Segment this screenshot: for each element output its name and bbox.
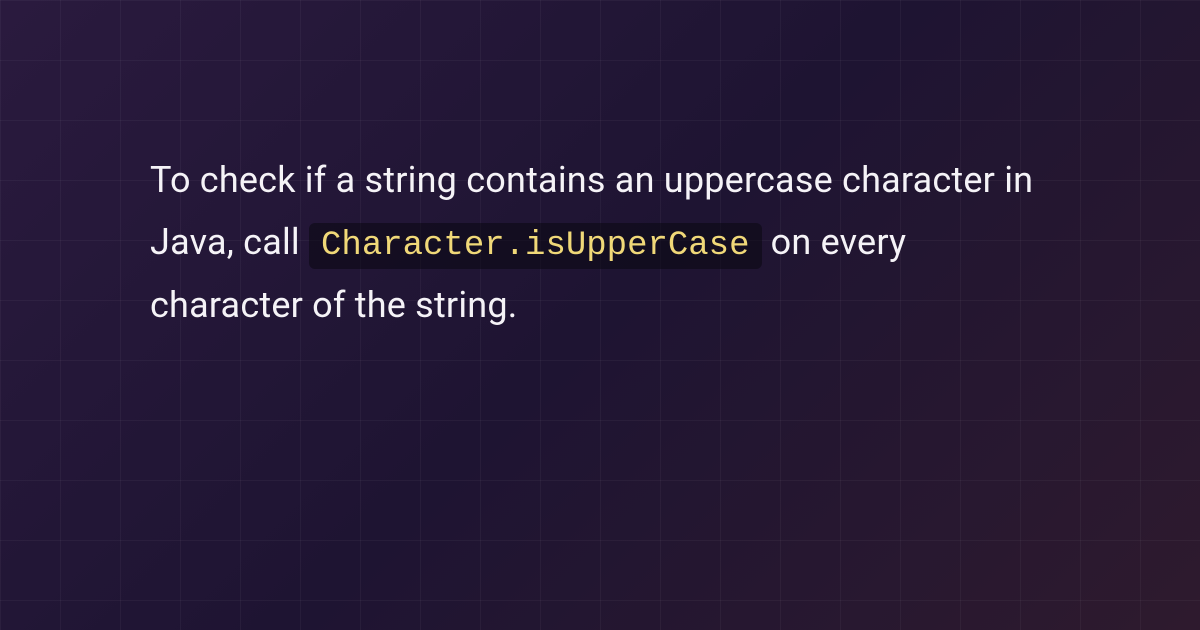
description-text: To check if a string contains an upperca… bbox=[150, 150, 1050, 337]
code-inline: Character.isUpperCase bbox=[309, 223, 761, 269]
content-container: To check if a string contains an upperca… bbox=[0, 0, 1200, 630]
